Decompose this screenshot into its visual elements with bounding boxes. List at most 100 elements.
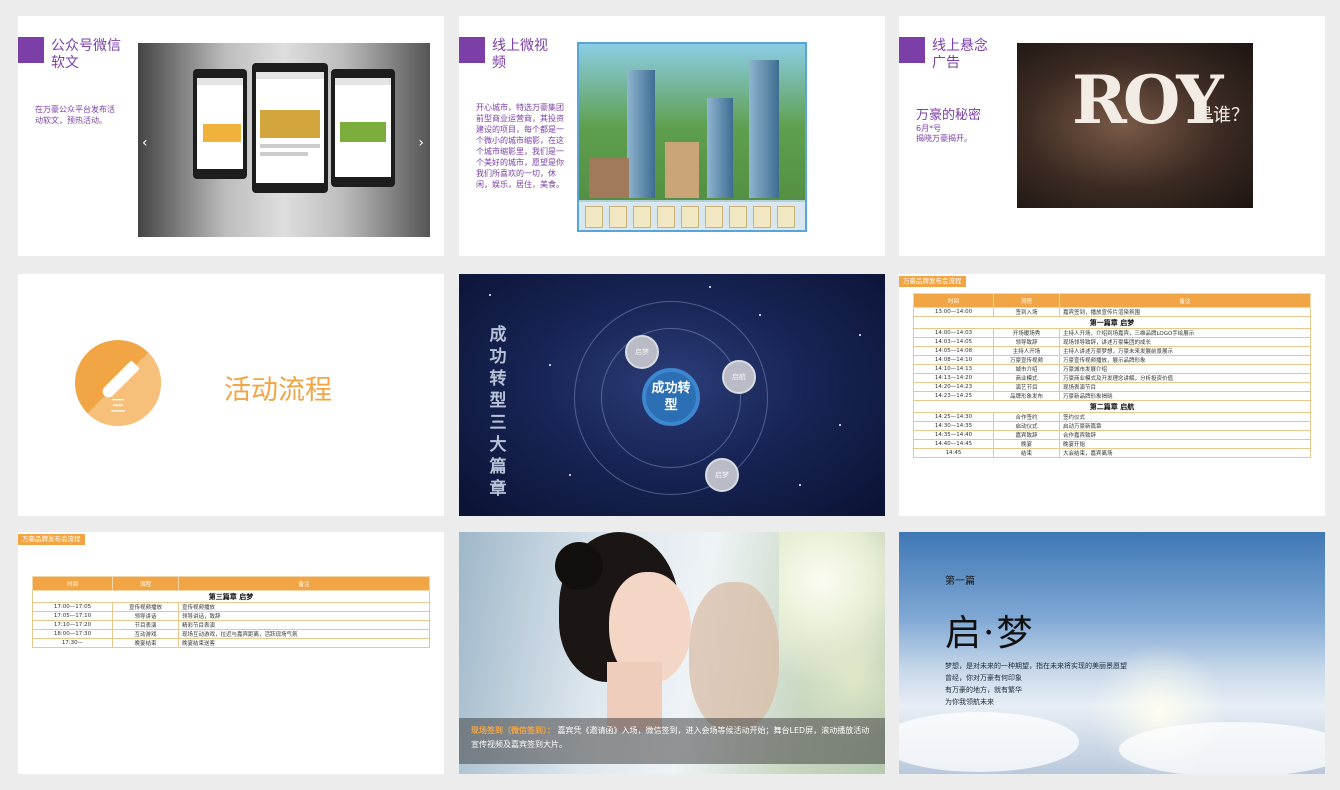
table-row: 17:05—17:10 领导讲话 领导讲话，致辞: [32, 611, 430, 621]
column-header: 备注: [1059, 293, 1311, 308]
slide-title: 公众号微信软文: [51, 38, 121, 71]
table-row: 14:35—14:40 嘉宾致辞 合作嘉宾致辞: [913, 430, 1311, 440]
slide-body-line: 揭晓万豪揭开。: [916, 134, 972, 143]
caption-highlight: 现场签到（微信签到）：: [471, 726, 555, 735]
cell-time: 14:13—14:20: [913, 373, 994, 383]
cell-note: 合作嘉宾致辞: [1059, 430, 1311, 440]
slide-schedule-1[interactable]: 万豪品牌发布会流程 时间 流程 备注 13:00—14:00 签到入场 嘉宾签到，播…: [899, 274, 1325, 516]
cell-note: 万豪商业模式及开发理念讲解，分析投资价值: [1059, 373, 1311, 383]
body-line: 梦想，是对未来的一种期望，指在未来将实现的美丽景愿望: [945, 662, 1127, 670]
city-game-image: [577, 42, 807, 232]
schedule-table: 时间 流程 备注 第三篇章 启梦 17:00—17:05 宣传视频播放 宣传视频播放 1…: [32, 576, 430, 648]
section-label: 第二篇章 启航: [913, 400, 1311, 413]
cell-note: 晚宴结束送客: [178, 638, 430, 648]
slide-tag: 万豪品牌发布会流程: [18, 534, 85, 545]
slide-checkin-photo[interactable]: 现场签到（微信签到）： 嘉宾凭《邀请函》入场，微信签到，进入会场等候活动开始；舞…: [459, 532, 885, 774]
slide-title: 线上微视频: [492, 38, 548, 71]
cell-step: 演艺节目: [993, 382, 1060, 392]
slide-subtitle: 第一篇: [945, 576, 975, 587]
cell-note: 签约仪式: [1059, 412, 1311, 422]
cell-step: 互动游戏: [112, 629, 179, 639]
slide-body: 在万豪公众平台发布活动软文，预热活动。: [35, 105, 115, 125]
cell-note: 万豪城市发展介绍: [1059, 364, 1311, 374]
tower: [749, 60, 779, 198]
body-line: 有万豪的地方，就有繁华: [945, 686, 1022, 694]
slide-three-chapters[interactable]: 成功转型三大篇章 成功转型 启梦 启航 启梦: [459, 274, 885, 516]
cell-time: 17:10—17:20: [32, 620, 113, 630]
cell-note: 现场领导致辞，讲述万豪集团的成长: [1059, 337, 1311, 347]
game-toolbar: [579, 200, 805, 230]
slide-title: 启·梦: [945, 613, 1035, 654]
cell-time: 14:20—14:23: [913, 382, 994, 392]
cell-note: 启动万豪新篇章: [1059, 421, 1311, 431]
chevron-left-icon[interactable]: ‹: [142, 135, 148, 151]
phone-screenshots-image: ‹ ›: [138, 43, 430, 237]
column-header: 流程: [993, 293, 1060, 308]
cell-time: 14:35—14:40: [913, 430, 994, 440]
section-row: 第一篇章 启梦: [913, 316, 1311, 329]
cell-time: 18:00—17:30: [32, 629, 113, 639]
cell-time: 13:00—14:00: [913, 307, 994, 317]
phone-mockup: [331, 69, 395, 187]
chevron-right-icon[interactable]: ›: [418, 135, 424, 151]
phone-mockup: [252, 63, 328, 193]
cell-step: 节目表演: [112, 620, 179, 630]
photo-caption: 现场签到（微信签到）： 嘉宾凭《邀请函》入场，微信签到，进入会场等候活动开始；舞…: [459, 718, 885, 764]
table-row: 14:30—14:35 启动仪式 启动万豪新篇章: [913, 421, 1311, 431]
slide-micro-video[interactable]: 线上微视频 开心城市，特选万豪集团前型商业运营商，其投资建设的项目，每个都是一个…: [459, 16, 885, 256]
cell-time: 14:10—14:13: [913, 364, 994, 374]
slide-wechat-article[interactable]: 公众号微信软文 在万豪公众平台发布活动软文，预热活动。 ‹ ›: [18, 16, 444, 256]
table-row: 14:25—14:30 合作签约 签约仪式: [913, 412, 1311, 422]
cell-step: 签到入场: [993, 307, 1060, 317]
cell-note: 主持人开场，介绍到场嘉宾，三维品牌LOGO手绘展示: [1059, 328, 1311, 338]
column-header: 时间: [913, 293, 994, 308]
section-row: 第三篇章 启梦: [32, 590, 430, 603]
slide-suspense-ad[interactable]: 线上悬念广告 万豪的秘密 6月*号 揭晓万豪揭开。 ROY 是谁？: [899, 16, 1325, 256]
slide-activity-flow[interactable]: 三 活动流程: [18, 274, 444, 516]
slide-grid: 公众号微信软文 在万豪公众平台发布活动软文，预热活动。 ‹ › 线上微视频 开心…: [0, 0, 1340, 790]
roy-ad-image: ROY 是谁？: [1017, 43, 1253, 208]
cell-note: 现场表演节目: [1059, 382, 1311, 392]
person-image: [689, 582, 779, 732]
purple-marker: [899, 37, 925, 63]
cell-time: 14:00—14:03: [913, 328, 994, 338]
body-line: 为你我领航未来: [945, 698, 994, 706]
pen-icon: 三: [75, 340, 161, 426]
cell-step: 宣传视频播放: [112, 602, 179, 612]
cell-step: 启动仪式: [993, 421, 1060, 431]
cell-step: 领导讲话: [112, 611, 179, 621]
orbit-node: 启航: [722, 360, 756, 394]
cell-step: 开场暖场秀: [993, 328, 1060, 338]
table-row: 14:40—14:45 晚宴 晚宴开始: [913, 439, 1311, 449]
cell-time: 14:05—14:08: [913, 346, 994, 356]
ad-question: 是谁？: [1195, 105, 1249, 126]
cell-step: 嘉宾致辞: [993, 430, 1060, 440]
table-row: 14:10—14:13 城市介绍 万豪城市发展介绍: [913, 364, 1311, 374]
table-row: 14:45 结束 大会结束，嘉宾离场: [913, 448, 1311, 458]
cell-time: 14:08—14:10: [913, 355, 994, 365]
table-row: 14:13—14:20 商业模式 万豪商业模式及开发理念讲解，分析投资价值: [913, 373, 1311, 383]
cell-step: 主持人开场: [993, 346, 1060, 356]
cell-time: 14:03—14:05: [913, 337, 994, 347]
table-row: 18:00—17:30 互动游戏 现场互动游戏，拉近与嘉宾距离，活跃现场气氛: [32, 629, 430, 639]
cell-note: 领导讲话，致辞: [178, 611, 430, 621]
cell-note: 宣传视频播放: [178, 602, 430, 612]
cell-time: 14:45: [913, 448, 994, 458]
purple-marker: [18, 37, 44, 63]
cell-note: 万豪新品牌形象揭晓: [1059, 391, 1311, 401]
table-row: 14:05—14:08 主持人开场 主持人讲述万豪梦想，万豪未来发展前景展示: [913, 346, 1311, 356]
orbit-node: 启梦: [625, 335, 659, 369]
cell-step: 领导致辞: [993, 337, 1060, 347]
slide-schedule-2[interactable]: 万豪品牌发布会流程 时间 流程 备注 第三篇章 启梦 17:00—17:05 宣传视…: [18, 532, 444, 774]
slide-dream[interactable]: 第一篇 启·梦 梦想，是对未来的一种期望，指在未来将实现的美丽景愿望 曾经，你对…: [899, 532, 1325, 774]
column-header: 流程: [112, 576, 179, 591]
section-label: 第三篇章 启梦: [32, 590, 430, 603]
column-header: 时间: [32, 576, 113, 591]
cell-step: 合作签约: [993, 412, 1060, 422]
cell-time: 17:00—17:05: [32, 602, 113, 612]
cell-note: 精彩节目表演: [178, 620, 430, 630]
cell-time: 14:25—14:30: [913, 412, 994, 422]
slide-title: 线上悬念广告: [932, 38, 988, 71]
table-row: 17:30— 晚宴结束 晚宴结束送客: [32, 638, 430, 648]
table-row: 14:08—14:10 万豪宣传视频 万豪宣传视频播放，展示品牌形象: [913, 355, 1311, 365]
